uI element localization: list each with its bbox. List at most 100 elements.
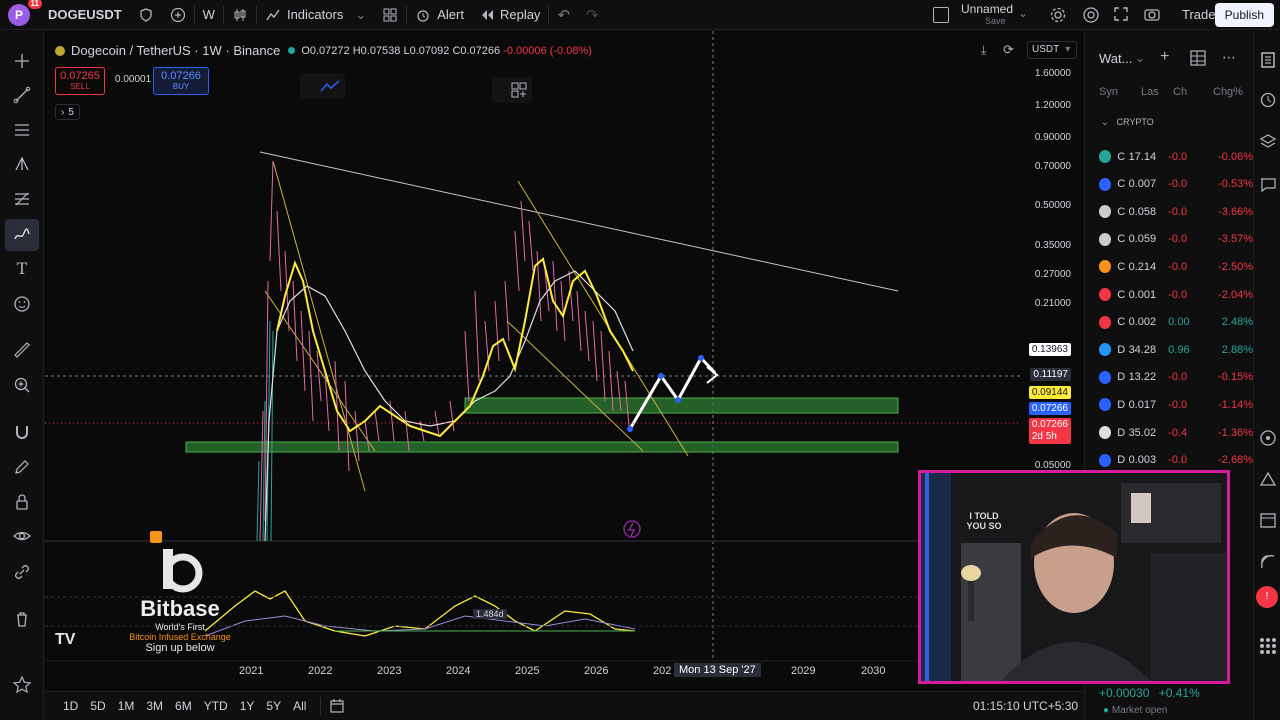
sell-button[interactable]: 0.07265 SELL xyxy=(55,67,105,95)
watchlist-section[interactable]: ⌄ CRYPTO xyxy=(1101,117,1154,128)
undo-icon[interactable]: ↶ xyxy=(549,0,578,30)
add-symbol-icon[interactable]: + xyxy=(1160,48,1169,66)
timeframe-1m[interactable]: 1M xyxy=(112,699,141,713)
chat-icon[interactable] xyxy=(1259,176,1277,194)
timeframe-5y[interactable]: 5Y xyxy=(260,699,287,713)
price-tick: 0.21000 xyxy=(1034,298,1071,309)
camera-icon[interactable] xyxy=(1143,6,1161,25)
coin-logo-icon xyxy=(1099,177,1112,191)
text-tool-icon[interactable]: T xyxy=(12,259,32,279)
row-change: -0.0 xyxy=(1168,260,1188,273)
indicators-button[interactable]: Indicators ⌄ xyxy=(257,0,374,30)
target-icon[interactable] xyxy=(1259,429,1277,447)
row-change: -0.0 xyxy=(1168,398,1188,411)
lock-icon[interactable] xyxy=(12,492,32,512)
watchlist-row[interactable]: C 0.058 -0.0 -3.66% xyxy=(1085,198,1253,225)
timeframe-all[interactable]: All xyxy=(287,699,312,713)
watchlist-row[interactable]: C 0.002 0.00 2.48% xyxy=(1085,309,1253,336)
ruler-icon[interactable] xyxy=(12,340,32,360)
channel-line-3 xyxy=(517,180,689,457)
floating-toolbar[interactable] xyxy=(300,73,345,99)
brush-icon[interactable] xyxy=(12,225,32,245)
crosshair-icon[interactable] xyxy=(12,51,32,71)
timeframe-3m[interactable]: 3M xyxy=(140,699,169,713)
coin-logo-icon xyxy=(1099,205,1112,219)
redo-icon[interactable]: ↷ xyxy=(578,0,607,30)
calendar-icon[interactable] xyxy=(1259,511,1277,529)
trade-button[interactable]: Trade xyxy=(1182,7,1215,22)
watchlist-row[interactable]: C 0.214 -0.0 -2.50% xyxy=(1085,253,1253,280)
timeframe-1d[interactable]: 1D xyxy=(57,699,84,713)
price-tick: 0.70000 xyxy=(1034,161,1071,172)
chart-type-icon[interactable] xyxy=(224,0,256,30)
interval-button[interactable]: W xyxy=(195,0,223,30)
more-options-icon[interactable]: ⋯ xyxy=(1222,49,1236,66)
chevron-down-icon: ⌄ xyxy=(1101,117,1109,127)
col-symbol[interactable]: Syn xyxy=(1099,86,1141,98)
watchlist-row[interactable]: D 35.02 -0.4 -1.36% xyxy=(1085,419,1253,446)
download-icon[interactable]: ⤓ xyxy=(981,43,986,58)
advanced-view-icon[interactable] xyxy=(1189,49,1207,67)
alerts-clock-icon[interactable] xyxy=(1259,91,1277,109)
chevron-down-icon[interactable]: ⌄ xyxy=(1135,51,1145,65)
col-last[interactable]: Las xyxy=(1141,86,1173,98)
pitchfork-icon[interactable] xyxy=(12,154,32,174)
fib-tool-icon[interactable] xyxy=(12,189,32,209)
time-tick: 2026 xyxy=(584,665,609,677)
star-icon[interactable] xyxy=(12,675,32,695)
zoom-in-icon[interactable] xyxy=(12,375,32,395)
watchlist-row[interactable]: D 34.28 0.96 2.88% xyxy=(1085,336,1253,363)
calendar-range-icon[interactable] xyxy=(329,698,345,714)
ideas-icon[interactable] xyxy=(1259,471,1277,489)
fullscreen-icon[interactable] xyxy=(1113,6,1129,25)
horizontal-lines-icon[interactable] xyxy=(12,120,32,140)
lock-icon[interactable] xyxy=(130,0,162,30)
settings-gear-icon[interactable] xyxy=(1049,6,1067,27)
trend-line-icon[interactable] xyxy=(12,85,32,105)
watchlist-row[interactable]: C 0.007 -0.0 -0.53% xyxy=(1085,171,1253,198)
watchlist-row[interactable]: C 0.001 -0.0 -2.04% xyxy=(1085,281,1253,308)
watchlist-row[interactable]: D 13.22 -0.0 -0.15% xyxy=(1085,364,1253,391)
indicators-toggle[interactable]: › 5 xyxy=(55,104,80,120)
col-change[interactable]: Ch xyxy=(1173,86,1213,98)
timeframe-1y[interactable]: 1Y xyxy=(234,699,261,713)
magnet-icon[interactable] xyxy=(12,422,32,442)
pencil-lock-icon[interactable] xyxy=(12,457,32,477)
alert-button[interactable]: Alert xyxy=(407,0,472,30)
tradingview-logo-icon[interactable]: TV xyxy=(55,631,75,649)
legend-title[interactable]: Dogecoin / TetherUS · 1W · Binance xyxy=(71,43,280,58)
row-change-pct: -2.04% xyxy=(1218,288,1253,301)
refresh-icon[interactable]: ⟳ xyxy=(1003,42,1014,58)
ohlc-open: O0.07272 xyxy=(301,44,350,57)
buy-button[interactable]: 0.07266 BUY xyxy=(153,67,209,95)
watchlist-row[interactable]: D 0.017 -0.0 -1.14% xyxy=(1085,391,1253,418)
broadcast-icon[interactable] xyxy=(1259,553,1277,571)
col-change-pct[interactable]: Chg% xyxy=(1213,86,1243,98)
layout-name-button[interactable]: Unnamed Save xyxy=(961,3,1013,27)
notifications-icon[interactable]: ! xyxy=(1256,586,1278,608)
replay-button[interactable]: Replay xyxy=(472,0,548,30)
timeframe-ytd[interactable]: YTD xyxy=(198,699,234,713)
symbol-search[interactable]: DOGEUSDT xyxy=(40,0,130,30)
object-tree-toolbar[interactable] xyxy=(492,77,532,103)
emoji-icon[interactable] xyxy=(12,294,32,314)
publish-button[interactable]: Publish xyxy=(1214,3,1274,27)
link-icon[interactable] xyxy=(12,562,32,582)
trash-icon[interactable] xyxy=(12,609,32,629)
layout-checkbox-icon[interactable] xyxy=(933,7,949,23)
user-avatar[interactable]: P 11 xyxy=(8,0,42,26)
layout-chevron-icon[interactable]: ⌄ xyxy=(1018,6,1028,20)
timeframe-6m[interactable]: 6M xyxy=(169,699,198,713)
watchlist-row[interactable]: C 0.059 -0.0 -3.57% xyxy=(1085,226,1253,253)
timeframe-5d[interactable]: 5D xyxy=(84,699,111,713)
watchlist-icon[interactable] xyxy=(1259,51,1277,69)
apps-grid-icon[interactable] xyxy=(1258,636,1278,656)
layers-icon[interactable] xyxy=(1259,133,1277,151)
eye-icon[interactable] xyxy=(12,526,32,546)
watchlist-title[interactable]: Wat... xyxy=(1099,51,1132,66)
watchlist-row[interactable]: C 17.14 -0.0 -0.06% xyxy=(1085,143,1253,170)
gear-icon[interactable] xyxy=(1082,6,1100,27)
layout-grid-icon[interactable] xyxy=(374,0,406,30)
utc-clock[interactable]: 01:15:10 UTC+5:30 xyxy=(973,699,1078,713)
add-symbol-icon[interactable] xyxy=(162,0,194,30)
